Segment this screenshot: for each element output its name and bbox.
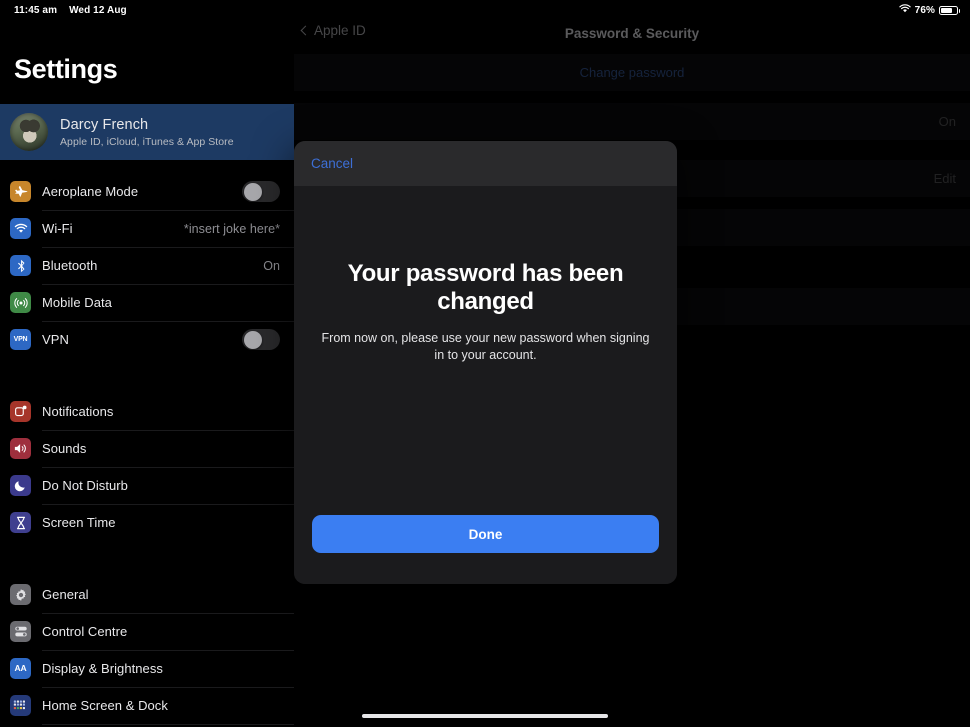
sidebar-item-label: Notifications: [42, 404, 114, 419]
wifi-icon: [10, 218, 31, 239]
display-icon: AA: [10, 658, 31, 679]
sidebar-item-label: Display & Brightness: [42, 661, 163, 676]
status-date: Wed 12 Aug: [69, 4, 127, 16]
sidebar-item-profile[interactable]: Darcy French Apple ID, iCloud, iTunes & …: [0, 104, 294, 160]
sidebar-item-label: Home Screen & Dock: [42, 698, 168, 713]
sounds-icon: [10, 438, 31, 459]
sidebar-title: Settings: [14, 54, 118, 84]
sidebar-item-label: Aeroplane Mode: [42, 184, 139, 199]
done-button[interactable]: Done: [312, 515, 659, 553]
sidebar-item-label: VPN: [42, 332, 69, 347]
modal-body: Your password has been changed From now …: [294, 186, 677, 584]
modal-subtitle: From now on, please use your new passwor…: [321, 331, 650, 362]
sidebar-groups: Aeroplane Mode Wi-Fi *insert joke here* Blu…: [0, 173, 294, 727]
settings-sidebar: Settings Darcy French Apple ID, iCloud, …: [0, 0, 294, 727]
toggle-knob: [243, 330, 262, 349]
sidebar-item-do-not-disturb[interactable]: Do Not Disturb: [0, 467, 294, 504]
sidebar-item-display-brightness[interactable]: AA Display & Brightness: [0, 650, 294, 687]
sidebar-item-home-screen-dock[interactable]: Home Screen & Dock: [0, 687, 294, 724]
sidebar-item-value: *insert joke here*: [183, 221, 280, 236]
sidebar-item-label: Screen Time: [42, 515, 116, 530]
modal-title: Your password has been changed: [347, 260, 624, 316]
home-indicator[interactable]: [362, 714, 608, 718]
status-right-cluster: 76%: [898, 4, 960, 16]
sidebar-item-label: Control Centre: [42, 624, 128, 639]
sidebar-item-general[interactable]: General: [0, 576, 294, 613]
hourglass-icon: [10, 512, 31, 533]
gear-icon: [10, 584, 31, 605]
profile-subtitle: Apple ID, iCloud, iTunes & App Store: [60, 135, 234, 148]
sidebar-item-label: Wi-Fi: [42, 221, 73, 236]
sidebar-group-2: General Control Centre AA Display & Brightn…: [0, 576, 294, 727]
sidebar-item-control-centre[interactable]: Control Centre: [0, 613, 294, 650]
profile-text: Darcy French Apple ID, iCloud, iTunes & …: [60, 117, 234, 148]
toggle-knob: [243, 182, 262, 201]
toggle-aeroplane-mode[interactable]: [242, 181, 280, 202]
sliders-icon: [10, 621, 31, 642]
sidebar-item-screen-time[interactable]: Screen Time: [0, 504, 294, 541]
sidebar-group-0: Aeroplane Mode Wi-Fi *insert joke here* Blu…: [0, 173, 294, 358]
cancel-button[interactable]: Cancel: [311, 156, 353, 171]
password-changed-modal: Cancel Your password has been changed Fr…: [294, 141, 677, 584]
toggle-vpn[interactable]: [242, 329, 280, 350]
notifications-icon: [10, 401, 31, 422]
bluetooth-icon: [10, 255, 31, 276]
wifi-icon: [898, 4, 911, 16]
sidebar-item-wi-fi[interactable]: Wi-Fi *insert joke here*: [0, 210, 294, 247]
sidebar-item-aeroplane-mode[interactable]: Aeroplane Mode: [0, 173, 294, 210]
sidebar-item-bluetooth[interactable]: Bluetooth On: [0, 247, 294, 284]
sidebar-item-label: Do Not Disturb: [42, 478, 128, 493]
aeroplane-icon: [10, 181, 31, 202]
sidebar-item-mobile-data[interactable]: Mobile Data: [0, 284, 294, 321]
ipad-settings-screen: Apple ID Password & Security Change pass…: [0, 0, 970, 727]
modal-toolbar: Cancel: [294, 141, 677, 186]
sidebar-item-sounds[interactable]: Sounds: [0, 430, 294, 467]
battery-percent: 76%: [914, 4, 935, 16]
sidebar-item-vpn[interactable]: VPN VPN: [0, 321, 294, 358]
moon-icon: [10, 475, 31, 496]
profile-name: Darcy French: [60, 116, 149, 133]
sidebar-item-notifications[interactable]: Notifications: [0, 393, 294, 430]
avatar: [10, 113, 48, 151]
sidebar-item-label: Mobile Data: [42, 295, 112, 310]
home-screen-icon: [10, 695, 31, 716]
sidebar-item-label: General: [42, 587, 89, 602]
battery-icon: [939, 5, 960, 15]
vpn-icon: VPN: [10, 329, 31, 350]
status-time: 11:45 am: [14, 4, 58, 16]
cellular-icon: [10, 292, 31, 313]
status-bar: 11:45 am Wed 12 Aug 76%: [0, 0, 970, 20]
sidebar-item-label: Bluetooth: [42, 258, 98, 273]
sidebar-group-1: Notifications Sounds Do Not Disturb Screen …: [0, 393, 294, 541]
sidebar-item-label: Sounds: [42, 441, 87, 456]
sidebar-item-value: On: [263, 258, 280, 273]
